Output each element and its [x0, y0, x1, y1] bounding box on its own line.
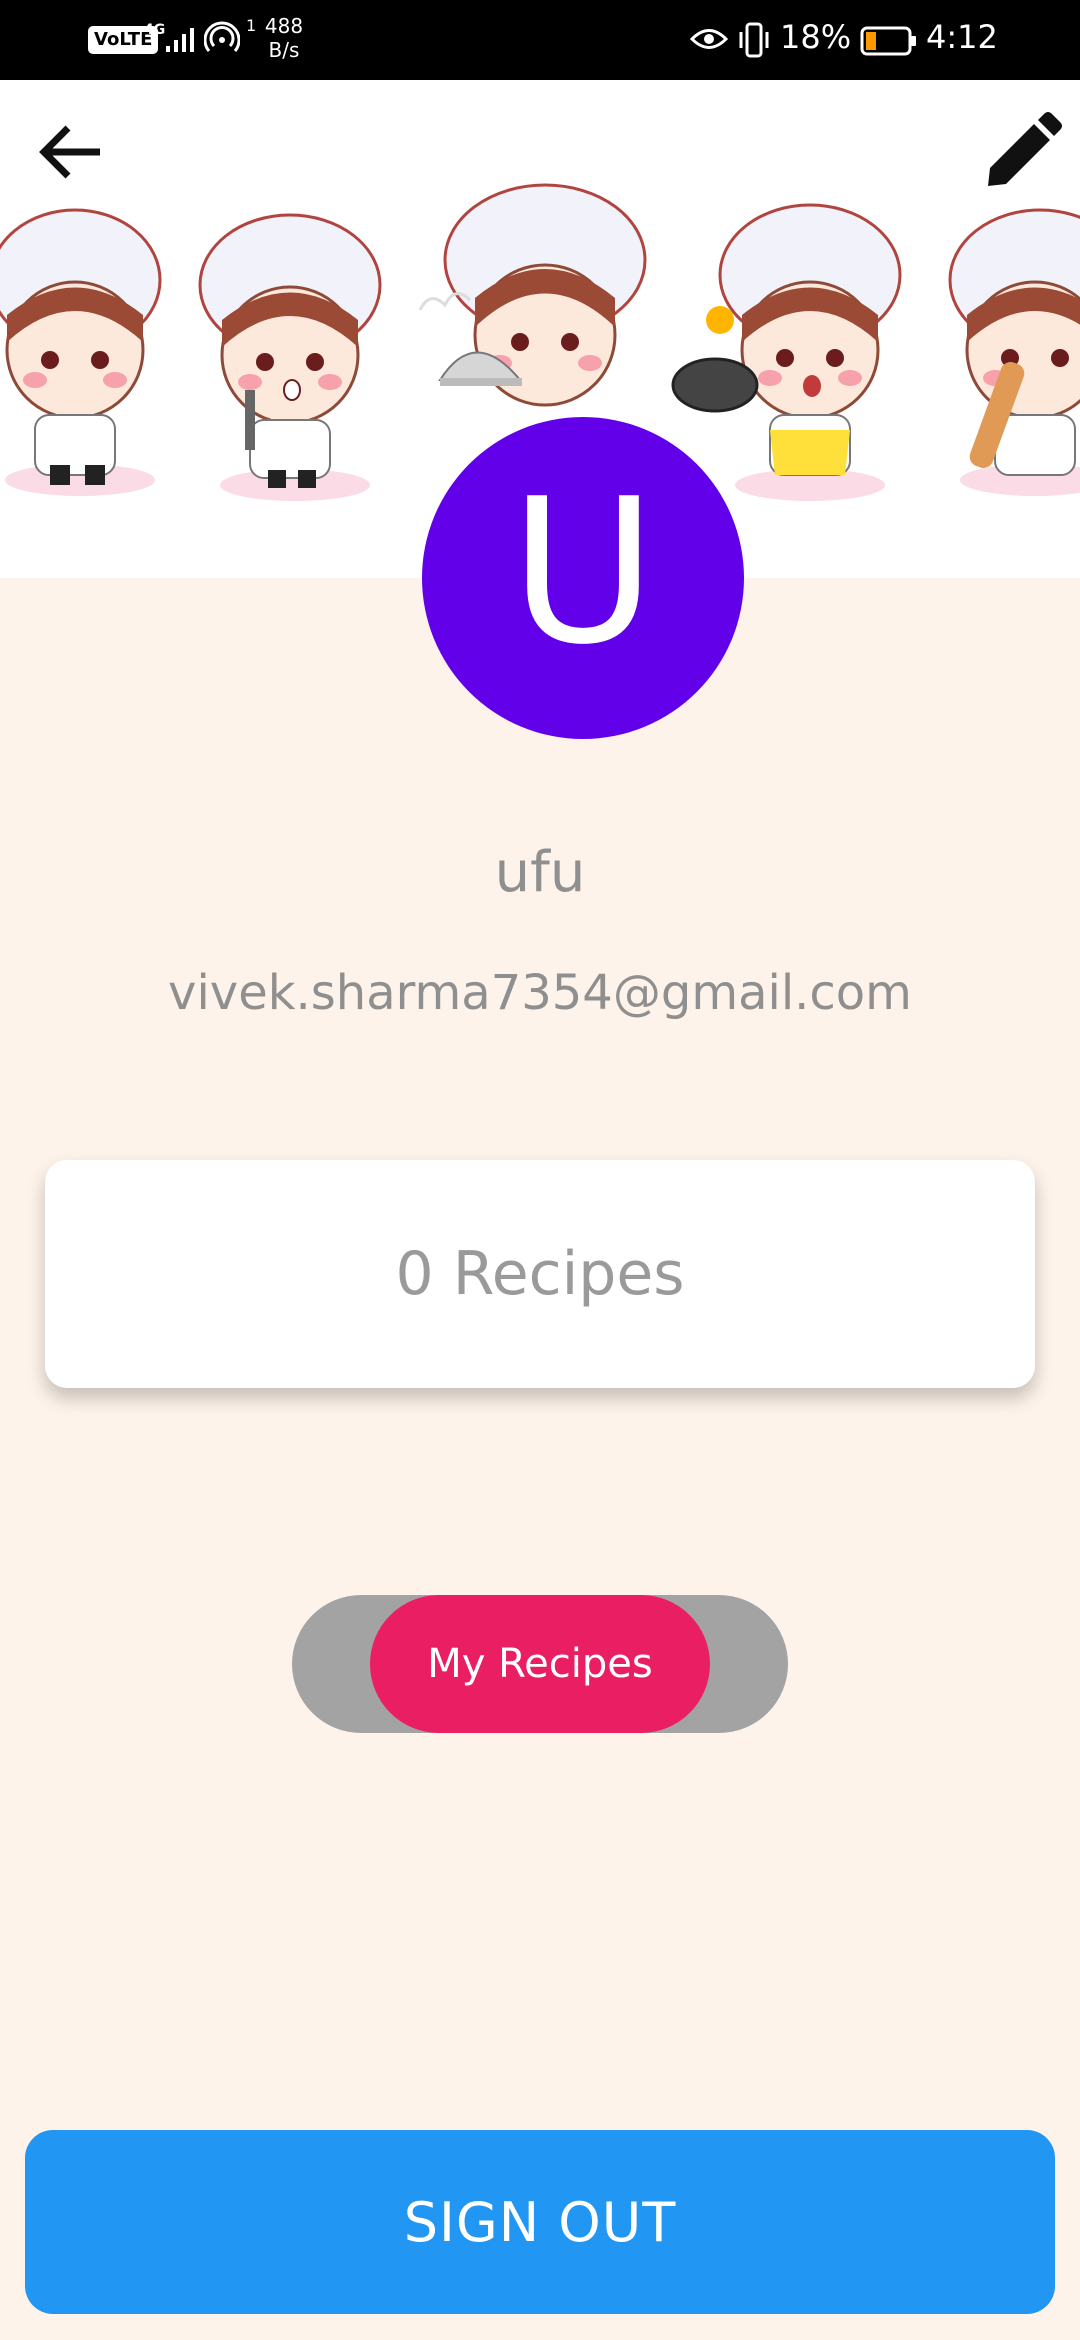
arrow-back-icon	[39, 125, 100, 179]
sim-slot-label: 1	[246, 16, 257, 35]
status-bar: VoLTE 4G 1 488 B/s 18% 4:12	[0, 0, 1080, 80]
battery-percent: 18%	[780, 18, 852, 56]
pencil-icon	[988, 112, 1062, 186]
chef-5	[948, 208, 1080, 496]
vibrate-icon	[739, 22, 769, 58]
clock: 4:12	[926, 18, 998, 56]
chef-1	[0, 208, 162, 496]
chef-3	[418, 183, 647, 407]
chef-4	[671, 203, 902, 501]
recipes-count-card: 0 Recipes	[45, 1160, 1035, 1388]
recipes-count: 0 Recipes	[395, 1239, 685, 1309]
chef-2	[198, 213, 382, 501]
hotspot-icon	[204, 21, 240, 52]
username: ufu	[494, 840, 586, 905]
network-speed: 488 B/s	[262, 14, 306, 62]
signal-icon	[166, 28, 194, 52]
sign-out-button[interactable]: SIGN OUT	[25, 2130, 1055, 2314]
network-speed-value: 488	[264, 14, 304, 38]
my-recipes-toggle[interactable]: My Recipes	[370, 1595, 710, 1733]
avatar: U	[422, 417, 744, 739]
eye-comfort-icon	[690, 29, 728, 49]
edit-button[interactable]	[980, 110, 1064, 194]
network-speed-unit: B/s	[268, 38, 300, 62]
email: vivek.sharma7354@gmail.com	[168, 965, 912, 1021]
battery-icon	[860, 26, 916, 56]
network-type: 4G	[144, 22, 166, 38]
back-button[interactable]	[30, 110, 114, 194]
avatar-letter: U	[509, 456, 657, 689]
